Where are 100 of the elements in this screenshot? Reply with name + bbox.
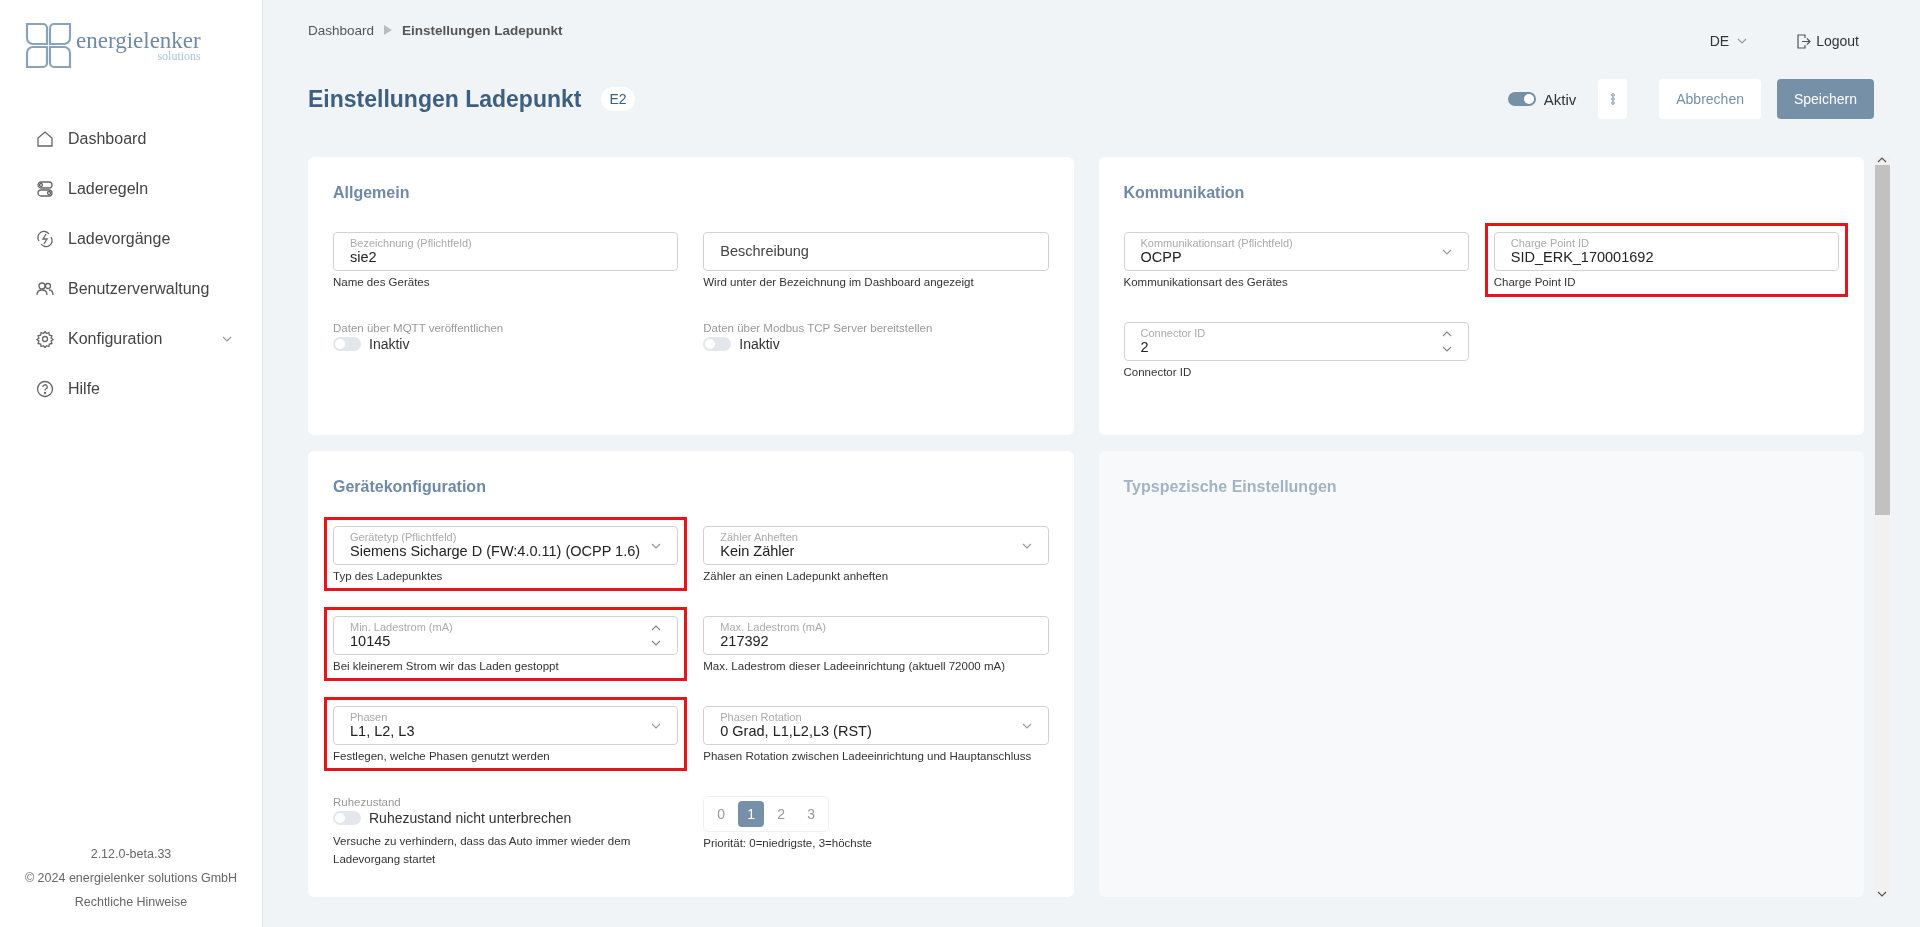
chevron-down-icon: [651, 542, 662, 549]
field-value: SID_ERK_170001692: [1510, 249, 1655, 265]
field-hint: Wird unter der Bezeichnung im Dashboard angezeigt: [703, 276, 975, 288]
number-field[interactable]: Min. Ladestrom (mA) 10145: [333, 616, 679, 655]
toggle-label: Inaktiv: [739, 336, 780, 352]
toggle-label: Inaktiv: [369, 336, 410, 352]
nav-item[interactable]: Hilfe: [0, 364, 262, 414]
field-hint: Zähler an einen Ladepunkt anheften: [703, 570, 890, 582]
expand-chevron-icon: [222, 336, 232, 342]
field-value: Kein Zähler: [720, 543, 796, 559]
select-field[interactable]: Phasen L1, L2, L3: [333, 706, 679, 745]
select-field[interactable]: Phasen Rotation 0 Grad, L1,L2,L3 (RST): [703, 706, 1049, 745]
device-badge: E2: [601, 87, 635, 111]
card-title: Kommunikation: [1123, 184, 1246, 202]
floating-label: Zähler Anheften: [720, 532, 799, 544]
toggle-switch[interactable]: [1507, 92, 1536, 106]
field-value: Siemens Sicharge D (FW:4.0.11) (OCPP 1.6): [350, 543, 642, 559]
nav-item[interactable]: Dashboard: [0, 114, 262, 164]
page-title: Einstellungen Ladepunkt: [308, 85, 582, 113]
field-value: 2: [1140, 339, 1150, 355]
floating-label: Bezeichnung (Pflichtfeld): [350, 238, 473, 250]
number-field[interactable]: Connector ID 2: [1123, 322, 1469, 361]
more-button[interactable]: [1598, 79, 1628, 119]
breadcrumb-arrow-icon: [384, 25, 393, 35]
nav-item[interactable]: Laderegeln: [0, 164, 262, 214]
field-placeholder: Beschreibung: [720, 243, 810, 260]
select-field[interactable]: Gerätetyp (Pflichtfeld) Siemens Sicharge D (FW:4.0.11) (OCPP 1.6): [333, 526, 679, 565]
breadcrumb-current: Einstellungen Ladepunkt: [402, 22, 563, 38]
field-value: OCPP: [1140, 249, 1183, 265]
home-icon: [36, 130, 54, 148]
floating-label: Charge Point ID: [1510, 238, 1590, 250]
nav-item[interactable]: Benutzerverwaltung: [0, 264, 262, 314]
select-field[interactable]: Zähler Anheften Kein Zähler: [703, 526, 1049, 565]
nav-item[interactable]: Konfiguration: [0, 314, 262, 364]
scroll-up-icon: [1877, 157, 1887, 163]
field-hint: Charge Point ID: [1493, 276, 1577, 288]
toggle-caption: Daten über Modbus TCP Server bereitstellen: [703, 322, 934, 334]
field-hint: Kommunikationsart des Gerätes: [1123, 276, 1289, 288]
field-value: sie2: [350, 249, 377, 265]
chevron-down-icon: [1021, 542, 1032, 549]
field-hint: Festlegen, welche Phasen genutzt werden: [333, 750, 551, 762]
settings-icon: [36, 330, 54, 348]
logout-button[interactable]: Logout: [1797, 33, 1859, 49]
nav-item[interactable]: Ladevorgänge: [0, 214, 262, 264]
toggles-icon: [36, 180, 54, 198]
language-select[interactable]: DE: [1709, 33, 1748, 49]
field-hint: Max. Ladestrom dieser Ladeeinrichtung (aktuell 72000 mA): [703, 660, 1006, 672]
users-icon: [36, 280, 54, 298]
field-value: 0 Grad, L1,L2,L3 (RST): [720, 723, 873, 739]
toggle-label: Aktiv: [1543, 90, 1577, 108]
logo-icon: [25, 21, 72, 69]
help-icon: [36, 380, 54, 398]
field-hint: Connector ID: [1123, 366, 1193, 378]
field-hint: Typ des Ladepunktes: [333, 570, 444, 582]
select-field[interactable]: Kommunikationsart (Pflichtfeld) OCPP: [1123, 232, 1469, 271]
field-value: L1, L2, L3: [350, 723, 416, 739]
toggle-switch[interactable]: [333, 811, 361, 825]
text-field[interactable]: Charge Point ID SID_ERK_170001692: [1493, 232, 1839, 271]
text-field[interactable]: Beschreibung: [703, 232, 1049, 271]
floating-label: Kommunikationsart (Pflichtfeld): [1140, 238, 1294, 250]
floating-label: Phasen: [350, 712, 389, 724]
field-value: 217392: [720, 633, 770, 649]
field-value: 10145: [350, 633, 392, 649]
floating-label: Phasen Rotation: [720, 712, 803, 724]
field-hint: Bei kleinerem Strom wir das Laden gestoppt: [333, 660, 560, 672]
floating-label: Max. Ladestrom (mA): [720, 622, 827, 634]
charging-cycle-icon: [36, 230, 54, 248]
toggle-switch[interactable]: [703, 337, 732, 351]
more-icon: [1610, 93, 1615, 105]
card-title: Gerätekonfiguration: [333, 478, 487, 496]
logo-name: energielenker: [76, 28, 201, 52]
text-field[interactable]: Max. Ladestrom (mA) 217392: [703, 616, 1049, 655]
version-text: 2.12.0-beta.33: [90, 847, 172, 861]
toggle-switch[interactable]: [333, 337, 361, 351]
card-title: Allgemein: [333, 184, 411, 202]
legal-link[interactable]: Rechtliche Hinweise: [74, 895, 188, 909]
floating-label: Connector ID: [1140, 328, 1207, 340]
chevron-down-icon: [1441, 248, 1452, 255]
scroll-down-icon: [1877, 891, 1887, 897]
logo-subtitle: solutions: [157, 49, 201, 62]
toggle-caption: Daten über MQTT veröffentlichen: [333, 322, 505, 334]
field-hint: Versuche zu verhindern, dass das Auto immer wieder dem Ladevorgang startet: [333, 834, 632, 868]
logout-icon: [1797, 33, 1812, 49]
spinner-icon: [1441, 330, 1452, 353]
chevron-down-icon: [651, 722, 662, 729]
breadcrumb-link[interactable]: Dashboard: [308, 22, 375, 38]
chevron-down-icon: [1737, 38, 1748, 44]
toggle-label: Ruhezustand nicht unterbrechen: [369, 810, 572, 826]
field-hint: Priorität: 0=niedrigste, 3=höchste: [703, 837, 874, 849]
toggle-caption: Ruhezustand: [333, 796, 402, 808]
chevron-down-icon: [1021, 722, 1032, 729]
scrollbar[interactable]: [1874, 157, 1890, 897]
spinner-icon: [651, 624, 662, 647]
text-field[interactable]: Bezeichnung (Pflichtfeld) sie2: [333, 232, 679, 271]
field-hint: Name des Gerätes: [333, 276, 431, 288]
field-hint: Phasen Rotation zwischen Ladeeinrichtung und Hauptanschluss: [703, 750, 1033, 762]
floating-label: Min. Ladestrom (mA): [350, 622, 454, 634]
floating-label: Gerätetyp (Pflichtfeld): [350, 532, 458, 544]
card-title: Typspezische Einstellungen: [1123, 478, 1338, 496]
copyright-text: © 2024 energielenker solutions GmbH: [24, 871, 238, 885]
